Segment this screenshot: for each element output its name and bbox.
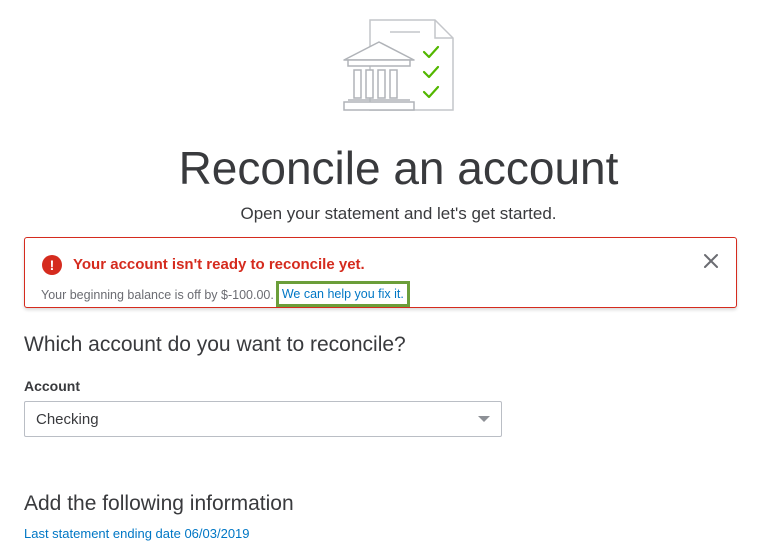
page-title: Reconcile an account	[178, 142, 619, 194]
account-select[interactable]: Checking	[24, 401, 502, 437]
error-alert: ! Your account isn't ready to reconcile …	[24, 237, 737, 308]
account-select-value: Checking	[36, 411, 99, 428]
reconcile-page: Reconcile an account Open your statement…	[0, 0, 765, 552]
info-section-heading: Add the following information	[24, 492, 294, 515]
chevron-down-icon	[478, 416, 490, 422]
page-subtitle: Open your statement and let's get starte…	[240, 204, 557, 223]
last-statement-link[interactable]: Last statement ending date 06/03/2019	[24, 525, 250, 543]
alert-message-text: Your beginning balance is off by $-100.0…	[41, 288, 274, 302]
alert-title: Your account isn't ready to reconcile ye…	[73, 256, 365, 273]
alert-message: Your beginning balance is off by $-100.0…	[41, 281, 410, 308]
account-section-heading: Which account do you want to reconcile?	[24, 333, 406, 356]
fix-balance-link[interactable]: We can help you fix it.	[275, 281, 410, 307]
close-icon[interactable]	[700, 250, 722, 272]
error-exclamation-icon: !	[42, 255, 62, 275]
bank-statement-checklist-icon	[340, 18, 458, 114]
account-field-label: Account	[24, 378, 80, 394]
